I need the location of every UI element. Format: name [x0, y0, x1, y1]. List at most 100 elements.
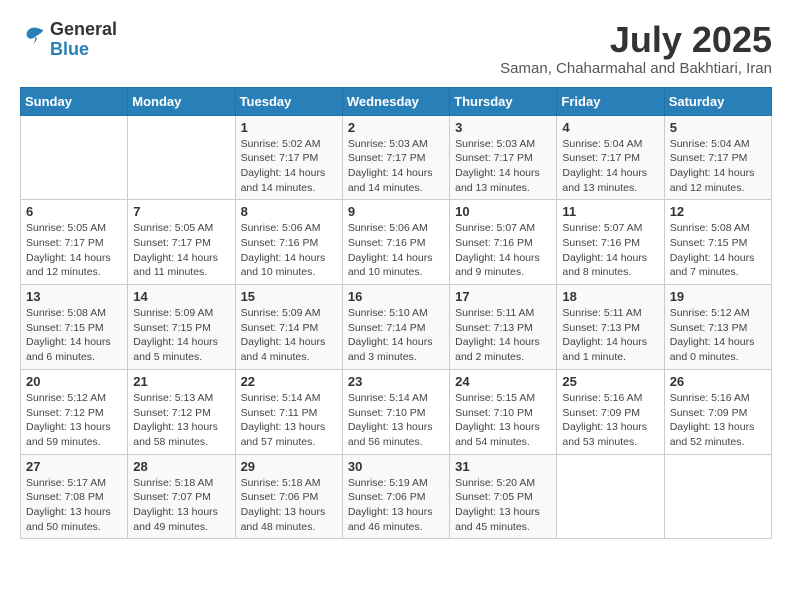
- day-info: Sunrise: 5:16 AM Sunset: 7:09 PM Dayligh…: [562, 391, 658, 450]
- calendar-day-cell: 25 Sunrise: 5:16 AM Sunset: 7:09 PM Dayli…: [557, 369, 664, 454]
- calendar-day-cell: 28 Sunrise: 5:18 AM Sunset: 7:07 PM Dayli…: [128, 454, 235, 539]
- weekday-header: Thursday: [450, 87, 557, 115]
- day-number: 1: [241, 120, 337, 135]
- day-number: 10: [455, 204, 551, 219]
- day-number: 11: [562, 204, 658, 219]
- calendar-week-row: 6 Sunrise: 5:05 AM Sunset: 7:17 PM Daylig…: [21, 200, 772, 285]
- day-number: 23: [348, 374, 444, 389]
- calendar-week-row: 13 Sunrise: 5:08 AM Sunset: 7:15 PM Dayli…: [21, 285, 772, 370]
- calendar-day-cell: 8 Sunrise: 5:06 AM Sunset: 7:16 PM Daylig…: [235, 200, 342, 285]
- month-title: July 2025: [500, 20, 772, 60]
- calendar-day-cell: 14 Sunrise: 5:09 AM Sunset: 7:15 PM Dayli…: [128, 285, 235, 370]
- day-number: 8: [241, 204, 337, 219]
- day-number: 4: [562, 120, 658, 135]
- calendar-day-cell: 4 Sunrise: 5:04 AM Sunset: 7:17 PM Daylig…: [557, 115, 664, 200]
- day-info: Sunrise: 5:02 AM Sunset: 7:17 PM Dayligh…: [241, 137, 337, 196]
- day-number: 28: [133, 459, 229, 474]
- page-header: GeneralBlue July 2025 Saman, Chaharmahal…: [20, 20, 772, 77]
- day-info: Sunrise: 5:06 AM Sunset: 7:16 PM Dayligh…: [348, 221, 444, 280]
- calendar-day-cell: 24Sunrise: 5:15 AM Sunset: 7:10 PM Dayli…: [450, 369, 557, 454]
- calendar-day-cell: 19 Sunrise: 5:12 AM Sunset: 7:13 PM Dayli…: [664, 285, 771, 370]
- day-number: 14: [133, 289, 229, 304]
- calendar-day-cell: 31 Sunrise: 5:20 AM Sunset: 7:05 PM Dayli…: [450, 454, 557, 539]
- day-number: 6: [26, 204, 122, 219]
- location-subtitle: Saman, Chaharmahal and Bakhtiari, Iran: [500, 60, 772, 77]
- day-number: 13: [26, 289, 122, 304]
- day-info: Sunrise: 5:18 AM Sunset: 7:07 PM Dayligh…: [133, 476, 229, 535]
- day-number: 12: [670, 204, 766, 219]
- calendar-day-cell: 9 Sunrise: 5:06 AM Sunset: 7:16 PM Daylig…: [342, 200, 449, 285]
- calendar-day-cell: [21, 115, 128, 200]
- calendar-day-cell: 29 Sunrise: 5:18 AM Sunset: 7:06 PM Dayli…: [235, 454, 342, 539]
- day-number: 25: [562, 374, 658, 389]
- day-info: Sunrise: 5:19 AM Sunset: 7:06 PM Dayligh…: [348, 476, 444, 535]
- day-info: Sunrise: 5:20 AM Sunset: 7:05 PM Dayligh…: [455, 476, 551, 535]
- calendar-day-cell: 13 Sunrise: 5:08 AM Sunset: 7:15 PM Dayli…: [21, 285, 128, 370]
- calendar-day-cell: 7 Sunrise: 5:05 AM Sunset: 7:17 PM Daylig…: [128, 200, 235, 285]
- calendar-day-cell: 20 Sunrise: 5:12 AM Sunset: 7:12 PM Dayli…: [21, 369, 128, 454]
- day-info: Sunrise: 5:04 AM Sunset: 7:17 PM Dayligh…: [562, 137, 658, 196]
- calendar-day-cell: [557, 454, 664, 539]
- day-number: 31: [455, 459, 551, 474]
- day-info: Sunrise: 5:03 AM Sunset: 7:17 PM Dayligh…: [455, 137, 551, 196]
- day-number: 19: [670, 289, 766, 304]
- calendar-day-cell: 11Sunrise: 5:07 AM Sunset: 7:16 PM Dayli…: [557, 200, 664, 285]
- day-number: 22: [241, 374, 337, 389]
- day-info: Sunrise: 5:17 AM Sunset: 7:08 PM Dayligh…: [26, 476, 122, 535]
- day-number: 21: [133, 374, 229, 389]
- day-number: 20: [26, 374, 122, 389]
- day-info: Sunrise: 5:08 AM Sunset: 7:15 PM Dayligh…: [670, 221, 766, 280]
- calendar-day-cell: 16 Sunrise: 5:10 AM Sunset: 7:14 PM Dayli…: [342, 285, 449, 370]
- weekday-header: Monday: [128, 87, 235, 115]
- day-info: Sunrise: 5:05 AM Sunset: 7:17 PM Dayligh…: [26, 221, 122, 280]
- day-info: Sunrise: 5:14 AM Sunset: 7:11 PM Dayligh…: [241, 391, 337, 450]
- day-info: Sunrise: 5:18 AM Sunset: 7:06 PM Dayligh…: [241, 476, 337, 535]
- logo-bird-icon: [20, 23, 48, 51]
- weekday-header: Sunday: [21, 87, 128, 115]
- calendar-table: SundayMondayTuesdayWednesdayThursdayFrid…: [20, 87, 772, 540]
- calendar-day-cell: 26 Sunrise: 5:16 AM Sunset: 7:09 PM Dayli…: [664, 369, 771, 454]
- day-info: Sunrise: 5:04 AM Sunset: 7:17 PM Dayligh…: [670, 137, 766, 196]
- calendar-day-cell: 21Sunrise: 5:13 AM Sunset: 7:12 PM Dayli…: [128, 369, 235, 454]
- calendar-day-cell: 27Sunrise: 5:17 AM Sunset: 7:08 PM Dayli…: [21, 454, 128, 539]
- calendar-day-cell: [128, 115, 235, 200]
- calendar-day-cell: 17Sunrise: 5:11 AM Sunset: 7:13 PM Dayli…: [450, 285, 557, 370]
- day-number: 5: [670, 120, 766, 135]
- day-info: Sunrise: 5:03 AM Sunset: 7:17 PM Dayligh…: [348, 137, 444, 196]
- calendar-week-row: 27Sunrise: 5:17 AM Sunset: 7:08 PM Dayli…: [21, 454, 772, 539]
- calendar-day-cell: 6 Sunrise: 5:05 AM Sunset: 7:17 PM Daylig…: [21, 200, 128, 285]
- day-info: Sunrise: 5:05 AM Sunset: 7:17 PM Dayligh…: [133, 221, 229, 280]
- weekday-header: Tuesday: [235, 87, 342, 115]
- day-number: 3: [455, 120, 551, 135]
- calendar-day-cell: 1 Sunrise: 5:02 AM Sunset: 7:17 PM Daylig…: [235, 115, 342, 200]
- day-info: Sunrise: 5:10 AM Sunset: 7:14 PM Dayligh…: [348, 306, 444, 365]
- logo-text: GeneralBlue: [50, 20, 117, 60]
- calendar-day-cell: 30 Sunrise: 5:19 AM Sunset: 7:06 PM Dayli…: [342, 454, 449, 539]
- day-info: Sunrise: 5:07 AM Sunset: 7:16 PM Dayligh…: [455, 221, 551, 280]
- day-number: 9: [348, 204, 444, 219]
- day-number: 24: [455, 374, 551, 389]
- logo: GeneralBlue: [20, 20, 117, 60]
- day-info: Sunrise: 5:08 AM Sunset: 7:15 PM Dayligh…: [26, 306, 122, 365]
- weekday-header: Friday: [557, 87, 664, 115]
- day-info: Sunrise: 5:09 AM Sunset: 7:15 PM Dayligh…: [133, 306, 229, 365]
- day-number: 29: [241, 459, 337, 474]
- calendar-day-cell: 23 Sunrise: 5:14 AM Sunset: 7:10 PM Dayli…: [342, 369, 449, 454]
- day-info: Sunrise: 5:12 AM Sunset: 7:12 PM Dayligh…: [26, 391, 122, 450]
- calendar-week-row: 20 Sunrise: 5:12 AM Sunset: 7:12 PM Dayli…: [21, 369, 772, 454]
- day-number: 17: [455, 289, 551, 304]
- day-info: Sunrise: 5:06 AM Sunset: 7:16 PM Dayligh…: [241, 221, 337, 280]
- day-number: 26: [670, 374, 766, 389]
- day-number: 7: [133, 204, 229, 219]
- day-number: 30: [348, 459, 444, 474]
- day-info: Sunrise: 5:14 AM Sunset: 7:10 PM Dayligh…: [348, 391, 444, 450]
- day-info: Sunrise: 5:12 AM Sunset: 7:13 PM Dayligh…: [670, 306, 766, 365]
- weekday-header: Wednesday: [342, 87, 449, 115]
- day-number: 16: [348, 289, 444, 304]
- day-number: 2: [348, 120, 444, 135]
- day-number: 18: [562, 289, 658, 304]
- calendar-day-cell: 10 Sunrise: 5:07 AM Sunset: 7:16 PM Dayli…: [450, 200, 557, 285]
- calendar-day-cell: [664, 454, 771, 539]
- day-info: Sunrise: 5:16 AM Sunset: 7:09 PM Dayligh…: [670, 391, 766, 450]
- calendar-day-cell: 22 Sunrise: 5:14 AM Sunset: 7:11 PM Dayli…: [235, 369, 342, 454]
